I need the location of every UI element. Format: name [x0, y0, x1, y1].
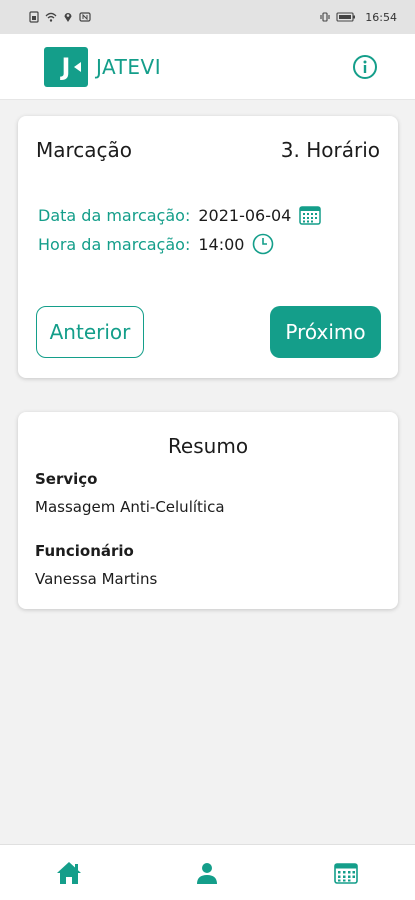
time-value[interactable]: 14:00: [198, 235, 244, 254]
date-picker-button[interactable]: [299, 204, 322, 226]
status-icons-left: [28, 11, 91, 23]
summary-card: Resumo Serviço Massagem Anti-Celulítica …: [18, 412, 398, 609]
employee-value: Vanessa Martins: [35, 570, 158, 588]
nfc-icon: [79, 12, 91, 22]
app-name: JATEVI: [96, 54, 162, 79]
home-icon: [57, 861, 82, 884]
logo-arrow-icon: [74, 61, 81, 72]
location-icon: [64, 13, 72, 22]
nav-home[interactable]: [39, 853, 99, 893]
next-button[interactable]: Próximo: [270, 306, 381, 358]
calendar-icon: [334, 862, 358, 884]
date-row: Data da marcação: 2021-06-04: [38, 204, 378, 226]
nav-profile[interactable]: [177, 853, 237, 893]
status-icons-right: 16:54: [319, 11, 397, 24]
time-label: Hora da marcação:: [38, 234, 191, 254]
app-header: J JATEVI: [0, 34, 415, 100]
brand[interactable]: J JATEVI: [44, 46, 162, 87]
logo-letter: J: [61, 52, 71, 81]
booking-card: Marcação 3. Horário Data da marcação: 20…: [18, 116, 398, 378]
booking-step: 3. Horário: [280, 138, 380, 162]
summary-title: Resumo: [167, 434, 249, 458]
sim-icon: [29, 11, 39, 23]
time-picker-button[interactable]: [252, 233, 274, 255]
info-button[interactable]: [351, 53, 379, 81]
previous-button[interactable]: Anterior: [36, 306, 144, 358]
service-label: Serviço: [35, 470, 98, 488]
booking-title: Marcação: [36, 138, 133, 162]
bottom-nav: [0, 844, 415, 900]
date-label: Data da marcação:: [38, 205, 191, 225]
clock-icon: [253, 233, 274, 255]
app-logo: J: [44, 46, 88, 87]
nav-calendar[interactable]: [316, 853, 376, 893]
booking-title-row: Marcação 3. Horário: [36, 138, 380, 162]
battery-icon: [336, 12, 356, 22]
status-time: 16:54: [365, 10, 397, 24]
time-row: Hora da marcação: 14:00: [38, 233, 378, 255]
status-bar: 16:54: [0, 0, 415, 34]
calendar-icon: [299, 206, 322, 225]
vibrate-icon: [320, 12, 330, 22]
employee-label: Funcionário: [35, 542, 134, 560]
service-value: Massagem Anti-Celulítica: [35, 498, 225, 516]
wifi-icon: [45, 12, 57, 22]
date-value[interactable]: 2021-06-04: [198, 206, 291, 225]
person-icon: [197, 862, 218, 884]
info-icon: [353, 54, 377, 79]
